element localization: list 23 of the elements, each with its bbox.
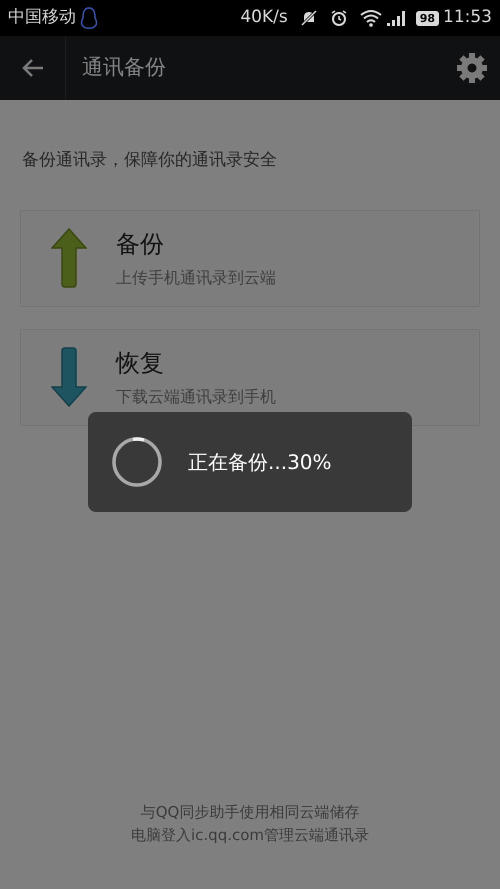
battery-level: 98 (416, 10, 439, 26)
description-text: 备份通讯录，保障你的通讯录安全 (22, 149, 278, 172)
up-arrow-icon (50, 228, 86, 288)
down-arrow-icon (50, 347, 86, 407)
footer-text: 与QQ同步助手使用相同云端储存 (140, 802, 360, 823)
option-card[interactable]: 恢复 下载云端通讯录到手机 (20, 328, 480, 426)
option-subtitle: 上传手机通讯录到云端 (116, 267, 276, 289)
footer-text: 电脑登入ic.qq.com管理云端通讯录 (130, 825, 370, 846)
clock-time: 11:53 (443, 6, 492, 30)
option-title: 恢复 (116, 348, 165, 379)
back-arrow-icon (20, 58, 44, 78)
signal-icon (386, 9, 408, 27)
progress-message: 正在备份...30% (188, 449, 332, 476)
carrier-name: 中国移动 (8, 6, 76, 30)
page-title: 通讯备份 (82, 54, 167, 82)
option-subtitle: 下载云端通讯录到手机 (116, 386, 276, 408)
network-speed: 40K/s (240, 6, 288, 30)
wifi-icon (360, 9, 382, 27)
spinner-icon (111, 436, 163, 488)
option-card[interactable]: 备份 上传手机通讯录到云端 (20, 210, 480, 306)
settings-icon (456, 52, 488, 84)
alarm-clock-icon (330, 9, 348, 27)
option-title: 备份 (116, 229, 165, 260)
